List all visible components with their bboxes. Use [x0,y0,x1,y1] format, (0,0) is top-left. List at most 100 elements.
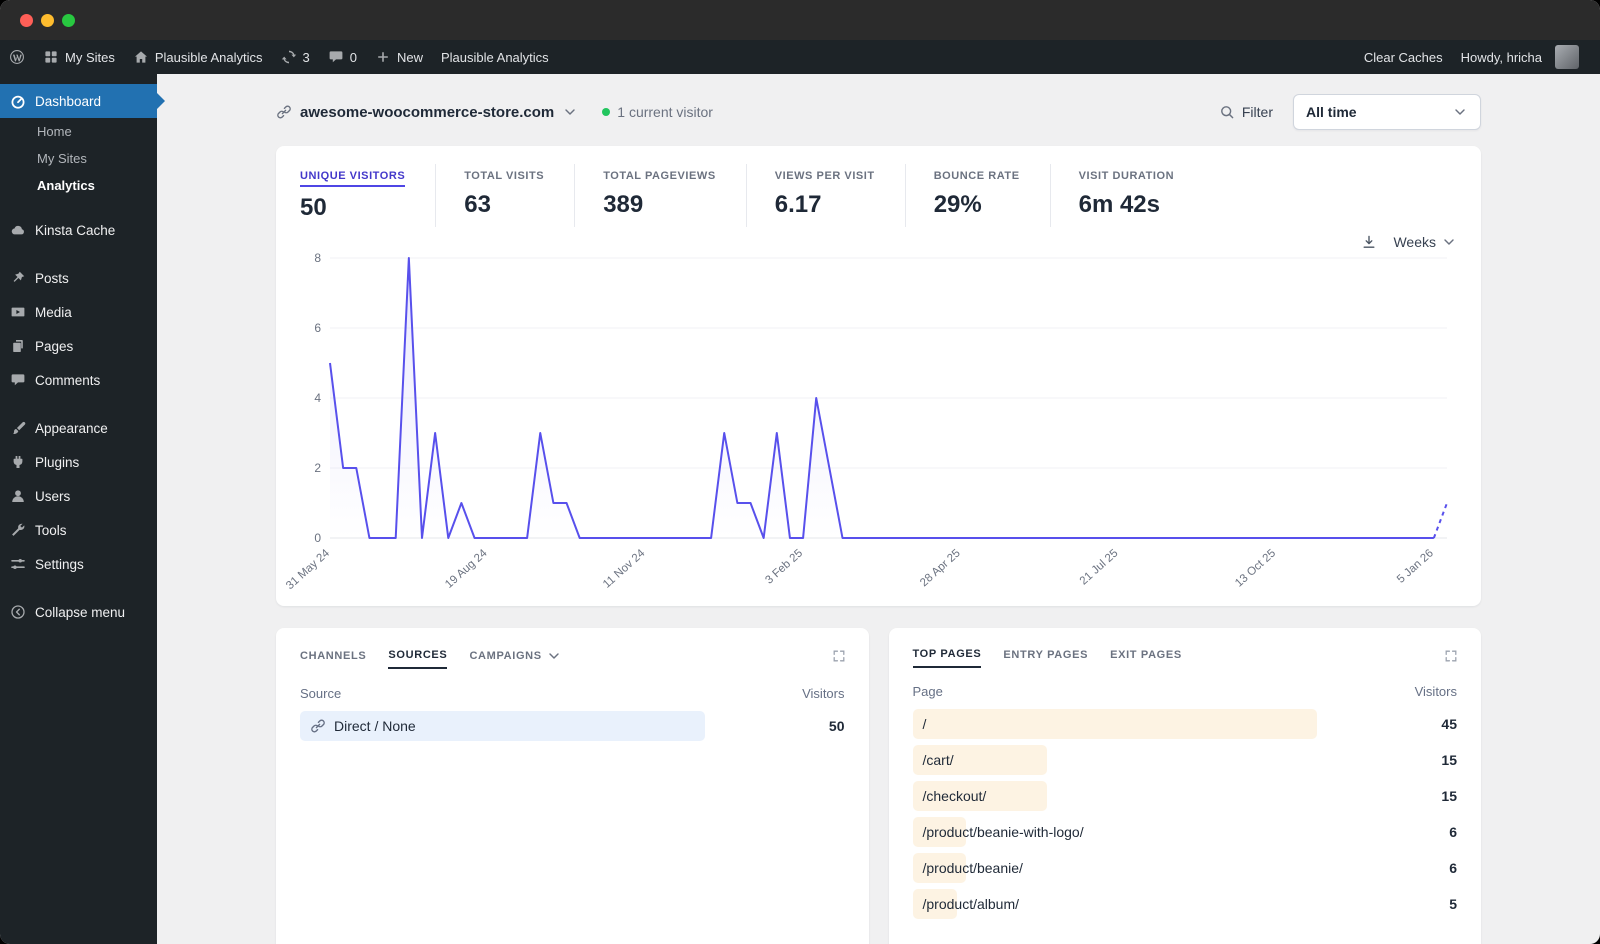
wp-admin-bar: My Sites Plausible Analytics 3 0 New Pla… [0,40,1600,74]
settings-icon [10,556,26,572]
sidebar-item-media[interactable]: Media [0,295,157,329]
filter-button[interactable]: Filter [1219,104,1273,120]
sidebar-item-label: Comments [35,372,101,388]
zoom-window-button[interactable] [62,13,75,27]
stat-views-per-visit[interactable]: VIEWS PER VISIT 6.17 [745,164,905,227]
link-icon [276,104,292,120]
date-range-select[interactable]: All time [1293,94,1481,130]
account-menu[interactable]: Howdy, hricha [1452,40,1588,74]
sidebar-item-label: Media [35,304,72,320]
stat-total-pageviews[interactable]: TOTAL PAGEVIEWS 389 [574,164,746,227]
row-label-text: /checkout/ [922,788,987,804]
interval-value: Weeks [1393,234,1436,250]
admin-sidebar: Dashboard Home My Sites Analytics Kinsta Cac… [0,74,165,944]
wp-logo-menu[interactable] [0,40,34,74]
top-pages-card: TOP PAGES ENTRY PAGES EXIT PAGES Page Visi… [888,628,1481,944]
sidebar-item-users[interactable]: Users [0,479,157,513]
tab-channels[interactable]: CHANNELS [300,650,366,668]
sidebar-item-tools[interactable]: Tools [0,513,157,547]
table-row[interactable]: /product/album/5 [912,889,1457,919]
sidebar-item-appearance[interactable]: Appearance [0,411,157,445]
chevron-down-icon [546,648,562,664]
updates-icon [281,49,297,65]
tab-sources[interactable]: SOURCES [388,649,448,669]
expand-icon[interactable] [1443,648,1459,664]
download-icon[interactable] [1361,234,1377,250]
my-sites-icon [43,49,59,65]
visitors-chart[interactable]: 0 2 4 6 8 31 May 24 19 Aug 24 11 Nov 24 3 Feb 25… [284,250,1457,602]
svg-text:4: 4 [314,391,321,405]
comments-count: 0 [349,49,357,65]
table-row[interactable]: /checkout/15 [912,781,1457,811]
sources-rows: Direct / None 50 [300,711,845,741]
clear-caches-button[interactable]: Clear Caches [1355,40,1452,74]
row-label-text: /product/beanie-with-logo/ [922,824,1084,840]
new-content-menu[interactable]: New [366,40,432,74]
plugins-icon [10,454,26,470]
tab-label: ENTRY PAGES [1003,649,1089,661]
plus-icon [375,49,391,65]
comments-menu[interactable]: 0 [319,40,366,74]
updates-menu[interactable]: 3 [272,40,319,74]
row-label-text: /product/beanie/ [922,860,1023,876]
tab-entry-pages[interactable]: ENTRY PAGES [1003,649,1088,667]
sidebar-item-kinsta-cache[interactable]: Kinsta Cache [0,213,157,247]
stat-value: 389 [603,191,644,218]
sidebar-item-pages[interactable]: Pages [0,329,157,363]
table-row[interactable]: / 45 [912,709,1457,739]
sidebar-item-my-sites[interactable]: My Sites [0,145,157,172]
stat-total-visits[interactable]: TOTAL VISITS 63 [435,164,574,227]
stat-value: 50 [300,194,327,221]
table-row[interactable]: /product/beanie/6 [912,853,1457,883]
sidebar-item-label: Tools [35,522,67,538]
table-row[interactable]: /product/beanie-with-logo/6 [912,817,1457,847]
table-row[interactable]: /cart/15 [912,745,1457,775]
sidebar-item-comments[interactable]: Comments [0,363,157,397]
sidebar-item-analytics[interactable]: Analytics [0,172,157,199]
table-row[interactable]: Direct / None 50 [300,711,845,741]
search-icon [1219,104,1235,120]
my-sites-menu[interactable]: My Sites [34,40,124,74]
stat-label: TOTAL PAGEVIEWS [603,170,716,182]
tab-exit-pages[interactable]: EXIT PAGES [1110,649,1182,667]
pages-columns: Page Visitors [913,684,1458,699]
tab-label: SOURCES [388,649,448,661]
stat-value: 63 [464,191,491,218]
sidebar-item-dashboard[interactable]: Dashboard [0,84,165,118]
svg-text:11 Nov 24: 11 Nov 24 [601,547,648,591]
expand-icon[interactable] [831,648,847,664]
sidebar-item-posts[interactable]: Posts [0,261,157,295]
stat-label: VISIT DURATION [1078,170,1175,182]
sidebar-item-label: Plugins [35,454,80,470]
date-range-value: All time [1306,104,1357,120]
minimize-window-button[interactable] [41,13,54,27]
interval-select[interactable]: Weeks [1393,234,1457,250]
site-home-menu[interactable]: Plausible Analytics [124,40,272,74]
sidebar-item-label: Posts [35,270,69,286]
admin-bar-right: Clear Caches Howdy, hricha [1355,40,1600,74]
row-visitors: 15 [1441,752,1457,768]
sidebar-item-label: Dashboard [35,93,102,109]
sidebar-item-plugins[interactable]: Plugins [0,445,157,479]
row-label-text: /cart/ [922,752,954,768]
svg-text:6: 6 [314,321,321,335]
sidebar-item-home[interactable]: Home [0,118,157,145]
chevron-down-icon[interactable] [562,104,578,120]
tab-label: TOP PAGES [912,648,982,660]
stat-unique-visitors[interactable]: UNIQUE VISITORS 50 [300,164,435,230]
sidebar-item-collapse-menu[interactable]: Collapse menu [0,595,157,629]
sidebar-item-settings[interactable]: Settings [0,547,157,581]
chevron-down-icon [1452,104,1468,120]
stat-bounce-rate[interactable]: BOUNCE RATE 29% [904,164,1050,227]
stat-visit-duration[interactable]: VISIT DURATION 6m 42s [1049,164,1205,227]
tab-label: CAMPAIGNS [469,650,542,662]
sidebar-item-label: Analytics [37,178,95,193]
close-window-button[interactable] [20,13,33,27]
media-icon [10,304,26,320]
sidebar-item-label: Users [35,488,71,504]
sidebar-item-label: Settings [35,556,84,572]
sources-columns: Source Visitors [300,686,845,701]
tab-campaigns[interactable]: CAMPAIGNS [469,648,561,670]
tab-top-pages[interactable]: TOP PAGES [912,648,982,668]
site-switcher[interactable]: awesome-woocommerce-store.com [300,104,554,121]
